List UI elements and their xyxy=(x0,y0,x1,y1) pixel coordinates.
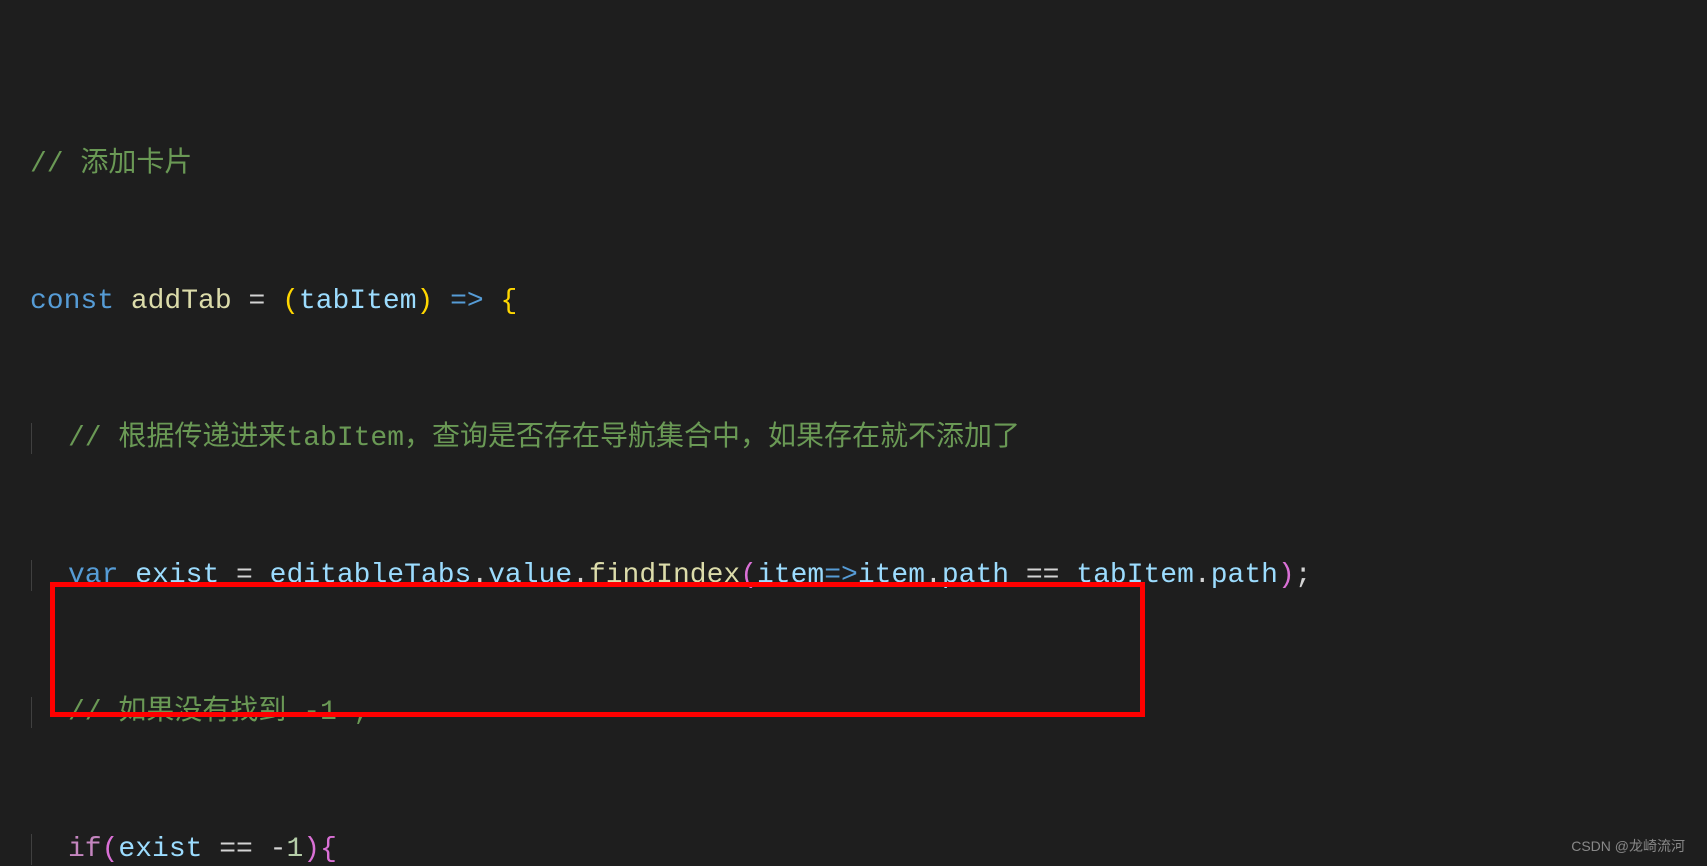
code-editor[interactable]: // 添加卡片 const addTab = (tabItem) => { //… xyxy=(0,0,1707,866)
comment: // 根据传递进来tabItem，查询是否存在导航集合中，如果存在就不添加了 xyxy=(68,423,1020,454)
identifier: item xyxy=(858,560,925,591)
code-line: // 如果没有找到 -1 , xyxy=(0,691,1707,735)
watermark: CSDN @龙崎流河 xyxy=(1571,836,1685,856)
code-line: // 根据传递进来tabItem，查询是否存在导航集合中，如果存在就不添加了 xyxy=(0,417,1707,461)
keyword: var xyxy=(68,560,118,591)
arrow: => xyxy=(824,560,858,591)
paren-close: ) xyxy=(1278,560,1295,591)
keyword: const xyxy=(30,286,114,317)
operator: - xyxy=(270,834,287,865)
paren-close: ) xyxy=(417,286,434,317)
brace-open: { xyxy=(320,834,337,865)
semicolon: ; xyxy=(1295,560,1312,591)
code-line: var exist = editableTabs.value.findIndex… xyxy=(0,554,1707,598)
variable: exist xyxy=(135,560,219,591)
operator: = xyxy=(232,286,282,317)
operator: == xyxy=(202,834,269,865)
comment: // 添加卡片 xyxy=(30,149,192,180)
paren-close: ) xyxy=(303,834,320,865)
identifier: editableTabs xyxy=(270,560,472,591)
paren-open: ( xyxy=(102,834,119,865)
paren-open: ( xyxy=(740,560,757,591)
space xyxy=(114,286,131,317)
property: path xyxy=(1211,560,1278,591)
code-line: if(exist == -1){ xyxy=(0,828,1707,866)
comment: // 如果没有找到 -1 , xyxy=(68,697,370,728)
identifier: tabItem xyxy=(1076,560,1194,591)
variable: exist xyxy=(118,834,202,865)
function-name: addTab xyxy=(131,286,232,317)
brace-open: { xyxy=(501,286,518,317)
method: findIndex xyxy=(589,560,740,591)
property: value xyxy=(488,560,572,591)
parameter: tabItem xyxy=(299,286,417,317)
paren-open: ( xyxy=(282,286,299,317)
operator: == xyxy=(1009,560,1076,591)
keyword: if xyxy=(68,834,102,865)
parameter: item xyxy=(757,560,824,591)
number: 1 xyxy=(286,834,303,865)
arrow: => xyxy=(433,286,500,317)
property: path xyxy=(942,560,1009,591)
code-line: const addTab = (tabItem) => { xyxy=(0,280,1707,324)
code-line: // 添加卡片 xyxy=(0,143,1707,187)
